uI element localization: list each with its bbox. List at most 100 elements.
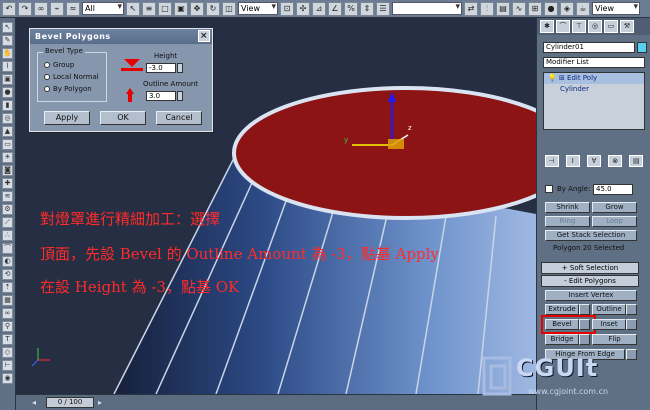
insert-vertex-button[interactable]: Insert Vertex: [545, 290, 637, 301]
utilities-tab-icon[interactable]: ⚒: [620, 20, 634, 33]
radio-local-normal[interactable]: Local Normal: [44, 73, 99, 81]
rotate-icon[interactable]: ↻: [206, 1, 220, 16]
unlink-icon[interactable]: ⌁: [50, 1, 64, 16]
selection-filter-dropdown[interactable]: All: [82, 2, 124, 15]
configure-sets-icon[interactable]: ▤: [629, 155, 644, 167]
link-icon[interactable]: ∞: [34, 1, 48, 16]
inset-settings-icon[interactable]: [626, 319, 637, 330]
helper-icon[interactable]: ✚: [2, 178, 13, 189]
radio-group[interactable]: Group: [44, 61, 74, 69]
edit-polygons-rollout[interactable]: - Edit Polygons: [541, 272, 639, 287]
torus-icon[interactable]: ◎: [2, 113, 13, 124]
bridge-settings-icon[interactable]: [579, 334, 590, 345]
modify-tab-icon[interactable]: ⌒: [556, 20, 570, 33]
light-icon[interactable]: ☀: [2, 152, 13, 163]
by-angle-spinner[interactable]: 45.0: [593, 184, 633, 195]
mirror-icon[interactable]: ⇄: [464, 1, 478, 16]
morph-icon[interactable]: ∞: [2, 308, 13, 319]
select-object-icon[interactable]: ↖: [126, 1, 140, 16]
spinner-arrows-icon[interactable]: [177, 91, 183, 101]
extrude-tool-icon[interactable]: ⇡: [2, 282, 13, 293]
material-editor-icon[interactable]: ●: [544, 1, 558, 16]
bind-space-warp-icon[interactable]: ≈: [66, 1, 80, 16]
particle-icon[interactable]: ∴: [2, 230, 13, 241]
boolean-icon[interactable]: ◐: [2, 256, 13, 267]
loft-icon[interactable]: ⌒: [2, 243, 13, 254]
named-selection-dropdown[interactable]: [392, 2, 462, 15]
bone-icon[interactable]: ⟋: [2, 217, 13, 228]
angle-snap-icon[interactable]: ∠: [328, 1, 342, 16]
show-end-result-icon[interactable]: I: [565, 155, 580, 167]
remove-modifier-icon[interactable]: ⊗: [608, 155, 623, 167]
curve-editor-icon[interactable]: ∿: [512, 1, 526, 16]
paint-icon[interactable]: ✎: [2, 35, 13, 46]
object-name-field[interactable]: Cylinder01: [543, 42, 635, 53]
cone-icon[interactable]: ▲: [2, 126, 13, 137]
inset-button[interactable]: Inset: [592, 319, 626, 330]
stack-item-cylinder[interactable]: Cylinder: [544, 84, 644, 95]
loop-button[interactable]: Loop: [592, 216, 637, 227]
motion-tab-icon[interactable]: ◎: [588, 20, 602, 33]
prev-frame-icon[interactable]: ◂: [32, 398, 36, 407]
grow-button[interactable]: Grow: [592, 202, 637, 213]
spinner-arrows-icon[interactable]: [177, 63, 183, 73]
camera-icon[interactable]: ◙: [2, 165, 13, 176]
pivot-icon[interactable]: ⊡: [280, 1, 294, 16]
brush-icon[interactable]: ⌇: [2, 61, 13, 72]
move-icon[interactable]: ✥: [190, 1, 204, 16]
undo-icon[interactable]: ↶: [2, 1, 16, 16]
render-setup-icon[interactable]: ◈: [560, 1, 574, 16]
percent-snap-icon[interactable]: %: [344, 1, 358, 16]
stack-item-edit-poly[interactable]: 💡 ⊞ Edit Poly: [544, 73, 644, 84]
make-unique-icon[interactable]: ∀: [586, 155, 601, 167]
select-icon[interactable]: ↖: [2, 22, 13, 33]
time-slider[interactable]: 0 / 100: [46, 397, 94, 408]
modifier-list-dropdown[interactable]: Modifier List: [543, 57, 645, 68]
spinner-snap-icon[interactable]: ⇕: [360, 1, 374, 16]
render-icon[interactable]: ☕: [576, 1, 590, 16]
create-tab-icon[interactable]: ✱: [540, 20, 554, 33]
outline-settings-icon[interactable]: [626, 304, 637, 315]
select-by-name-icon[interactable]: ≡: [142, 1, 156, 16]
display-tab-icon[interactable]: ▭: [604, 20, 618, 33]
sphere-icon[interactable]: ●: [2, 87, 13, 98]
hierarchy-tab-icon[interactable]: ⊤: [572, 20, 586, 33]
render-view-dropdown[interactable]: View: [592, 2, 640, 15]
lathe-icon[interactable]: ⟲: [2, 269, 13, 280]
plane-icon[interactable]: ▭: [2, 139, 13, 150]
pin-stack-icon[interactable]: ⊣: [544, 155, 559, 167]
radio-by-polygon[interactable]: By Polygon: [44, 85, 92, 93]
apply-button[interactable]: Apply: [44, 111, 90, 125]
outline-button[interactable]: Outline: [592, 304, 626, 315]
bridge-button[interactable]: Bridge: [545, 334, 579, 345]
cancel-button[interactable]: Cancel: [156, 111, 202, 125]
ruler-icon[interactable]: ⊢: [2, 360, 13, 371]
flip-button[interactable]: Flip: [592, 334, 637, 345]
rect-select-icon[interactable]: □: [158, 1, 172, 16]
redo-icon[interactable]: ↷: [18, 1, 32, 16]
close-icon[interactable]: ×: [198, 30, 210, 42]
skin-icon[interactable]: ⚲: [2, 321, 13, 332]
spacewarp-icon[interactable]: ≋: [2, 191, 13, 202]
uv-icon[interactable]: ▦: [2, 295, 13, 306]
by-angle-checkbox[interactable]: [545, 185, 553, 193]
eye-icon[interactable]: ◉: [2, 373, 13, 384]
get-stack-selection-button[interactable]: Get Stack Selection: [545, 230, 637, 241]
window-crossing-icon[interactable]: ▣: [174, 1, 188, 16]
shrink-button[interactable]: Shrink: [545, 202, 590, 213]
scale-icon[interactable]: ◫: [222, 1, 236, 16]
height-spinner[interactable]: -3.0: [146, 63, 176, 73]
outline-amount-spinner[interactable]: 3.0: [146, 91, 176, 101]
snap-icon[interactable]: ⊿: [312, 1, 326, 16]
schematic-icon[interactable]: ⊞: [528, 1, 542, 16]
layer-icon[interactable]: ▤: [496, 1, 510, 16]
object-color-swatch[interactable]: [637, 42, 647, 53]
manipulate-icon[interactable]: ✣: [296, 1, 310, 16]
next-frame-icon[interactable]: ▸: [98, 398, 102, 407]
text-tool-icon[interactable]: T: [2, 334, 13, 345]
cylinder-icon[interactable]: ▮: [2, 100, 13, 111]
reference-coord-dropdown[interactable]: View: [238, 2, 278, 15]
ring-button[interactable]: Ring: [545, 216, 590, 227]
extrude-settings-icon[interactable]: [579, 304, 590, 315]
hand-icon[interactable]: ✋: [2, 48, 13, 59]
